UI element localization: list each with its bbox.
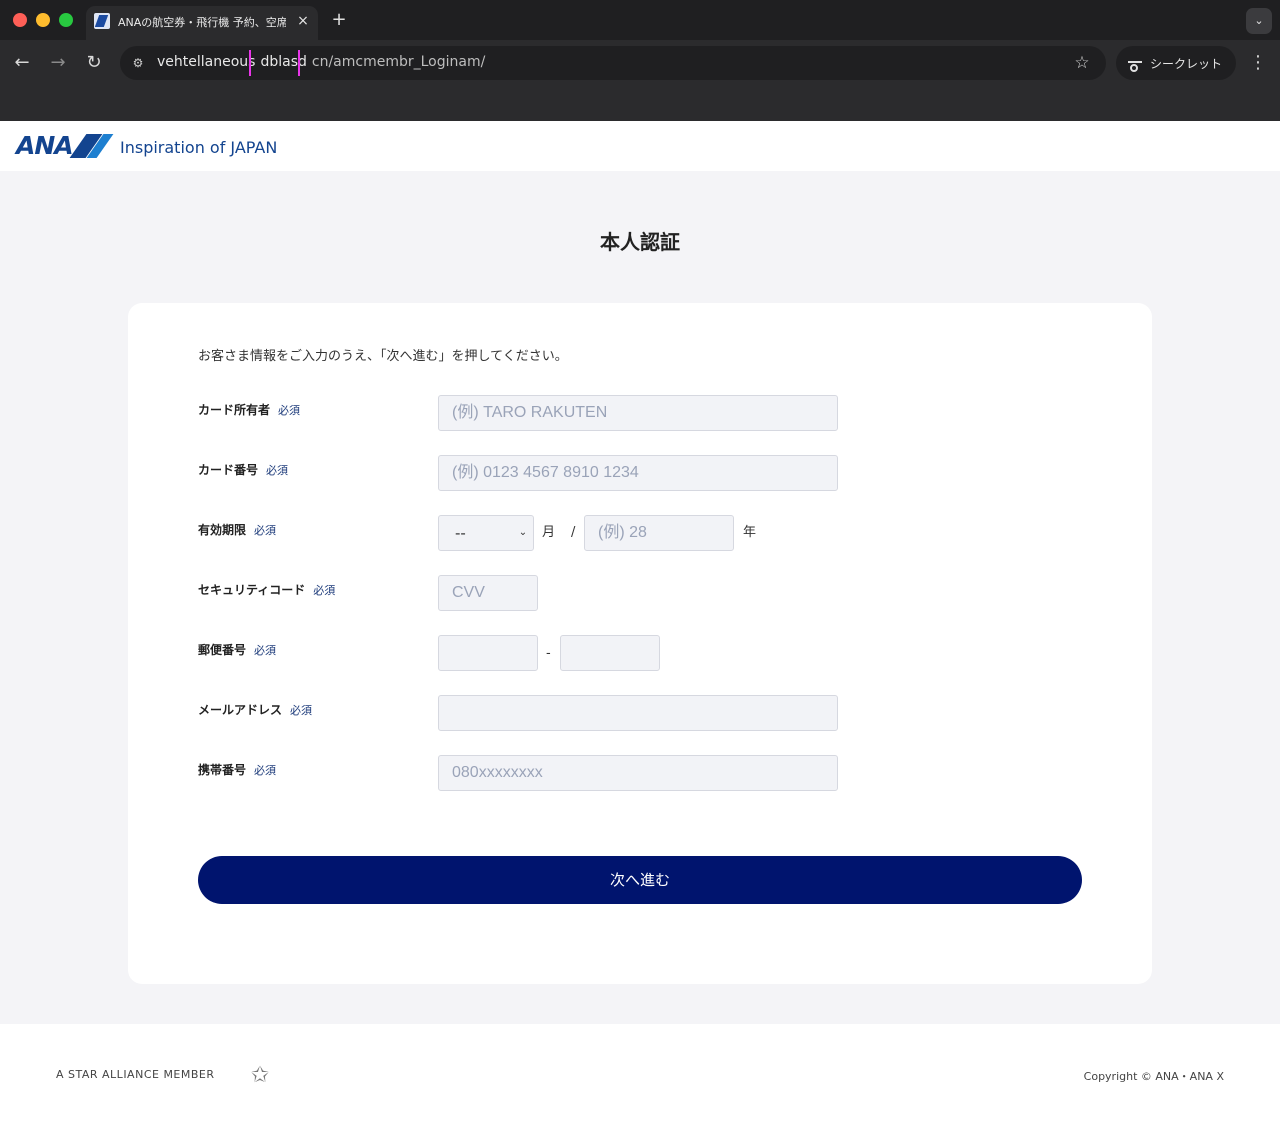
expiry-label: 有効期限 必須 xyxy=(198,521,276,539)
bookmark-star-icon[interactable]: ☆ xyxy=(1072,53,1092,73)
forward-arrow-icon[interactable]: → xyxy=(46,51,70,75)
main-content: 本人認証 お客さま情報をご入力のうえ、「次へ進む」を押してください。 カード所有… xyxy=(0,171,1280,1024)
site-header: ANA Inspiration of JAPAN xyxy=(0,121,1280,171)
expiry-month-value: -- xyxy=(455,524,466,542)
mobile-input[interactable]: 080xxxxxxxx xyxy=(438,755,838,791)
required-badge: 必須 xyxy=(254,764,277,777)
card-number-label: カード番号 必須 xyxy=(198,461,288,479)
page-title: 本人認証 xyxy=(600,230,680,254)
postal-code-label: 郵便番号 必須 xyxy=(198,641,276,659)
expiry-year-input[interactable]: (例) 28 xyxy=(584,515,734,551)
card-holder-label: カード所有者 必須 xyxy=(198,401,300,419)
back-arrow-icon[interactable]: ← xyxy=(10,51,34,75)
expiry-separator: / xyxy=(571,525,576,540)
close-window-button[interactable] xyxy=(13,13,27,27)
security-code-input[interactable]: CVV xyxy=(438,575,538,611)
reload-icon[interactable]: ↻ xyxy=(82,51,106,75)
expiry-label-text: 有効期限 xyxy=(198,523,247,537)
url-host-part1: vehtellaneous xyxy=(157,54,256,70)
site-footer: A STAR ALLIANCE MEMBER ✩ Copyright © ANA… xyxy=(0,1024,1280,1131)
required-badge: 必須 xyxy=(278,404,301,417)
incognito-icon xyxy=(1127,55,1143,72)
year-unit: 年 xyxy=(743,525,757,540)
security-code-label: セキュリティコード 必須 xyxy=(198,581,335,599)
copyright-text: Copyright © ANA・ANA X xyxy=(1083,1070,1224,1083)
new-tab-button[interactable]: + xyxy=(328,9,350,31)
tab-strip: ANAの航空券・飛行機 予約、空席 × + ⌄ xyxy=(0,0,1280,40)
tab-search-button[interactable]: ⌄ xyxy=(1246,8,1272,34)
incognito-label: シークレット xyxy=(1150,57,1223,71)
card-holder-input[interactable]: (例) TARO RAKUTEN xyxy=(438,395,838,431)
postal-code-second-input[interactable] xyxy=(560,635,660,671)
url-highlight-marker xyxy=(298,50,300,76)
intro-text: お客さま情報をご入力のうえ、「次へ進む」を押してください。 xyxy=(198,349,568,364)
mobile-label: 携帯番号 必須 xyxy=(198,761,276,779)
tab-close-icon[interactable]: × xyxy=(294,12,312,30)
form-card: お客さま情報をご入力のうえ、「次へ進む」を押してください。 カード所有者 必須 (… xyxy=(128,303,1152,984)
browser-chrome: ANAの航空券・飛行機 予約、空席 × + ⌄ ← → ↻ ⚙ vehtella… xyxy=(0,0,1280,121)
postal-code-label-text: 郵便番号 xyxy=(198,643,247,657)
tagline: Inspiration of JAPAN xyxy=(120,138,278,157)
expiry-month-select[interactable]: -- ⌄ xyxy=(438,515,534,551)
star-alliance-icon: ✩ xyxy=(250,1063,270,1088)
minimize-window-button[interactable] xyxy=(36,13,50,27)
ana-logo-mark-icon xyxy=(76,134,110,158)
postal-code-separator: - xyxy=(546,646,551,661)
site-info-icon[interactable]: ⚙ xyxy=(130,55,146,71)
star-alliance-text: A STAR ALLIANCE MEMBER xyxy=(56,1068,215,1081)
browser-tab[interactable]: ANAの航空券・飛行機 予約、空席 × xyxy=(86,6,318,40)
tab-title: ANAの航空券・飛行機 予約、空席 xyxy=(118,16,286,29)
incognito-indicator[interactable]: シークレット xyxy=(1116,46,1236,80)
security-code-label-text: セキュリティコード xyxy=(198,583,306,597)
month-unit: 月 xyxy=(542,525,556,540)
ana-favicon-icon xyxy=(94,13,110,29)
zoom-window-button[interactable] xyxy=(59,13,73,27)
url-text[interactable]: vehtellaneous dblasd cn/amcmembr_Loginam/ xyxy=(157,54,485,72)
required-badge: 必須 xyxy=(254,644,277,657)
address-bar[interactable]: ⚙ vehtellaneous dblasd cn/amcmembr_Loginam… xyxy=(120,46,1106,80)
required-badge: 必須 xyxy=(254,524,277,537)
email-input[interactable] xyxy=(438,695,838,731)
mobile-label-text: 携帯番号 xyxy=(198,763,247,777)
browser-menu-icon[interactable]: ⋮ xyxy=(1248,51,1268,75)
email-label: メールアドレス 必須 xyxy=(198,701,312,719)
ana-logo[interactable]: ANA xyxy=(16,132,74,160)
card-number-label-text: カード番号 xyxy=(198,463,259,477)
required-badge: 必須 xyxy=(266,464,289,477)
card-holder-label-text: カード所有者 xyxy=(198,403,271,417)
postal-code-first-input[interactable] xyxy=(438,635,538,671)
card-number-input[interactable]: (例) 0123 4567 8910 1234 xyxy=(438,455,838,491)
email-label-text: メールアドレス xyxy=(198,703,283,717)
required-badge: 必須 xyxy=(313,584,336,597)
required-badge: 必須 xyxy=(290,704,313,717)
next-button[interactable]: 次へ進む xyxy=(198,856,1082,904)
url-highlight-marker xyxy=(249,50,251,76)
chevron-down-icon: ⌄ xyxy=(518,527,528,538)
url-path: cn/amcmembr_Loginam/ xyxy=(311,54,486,70)
